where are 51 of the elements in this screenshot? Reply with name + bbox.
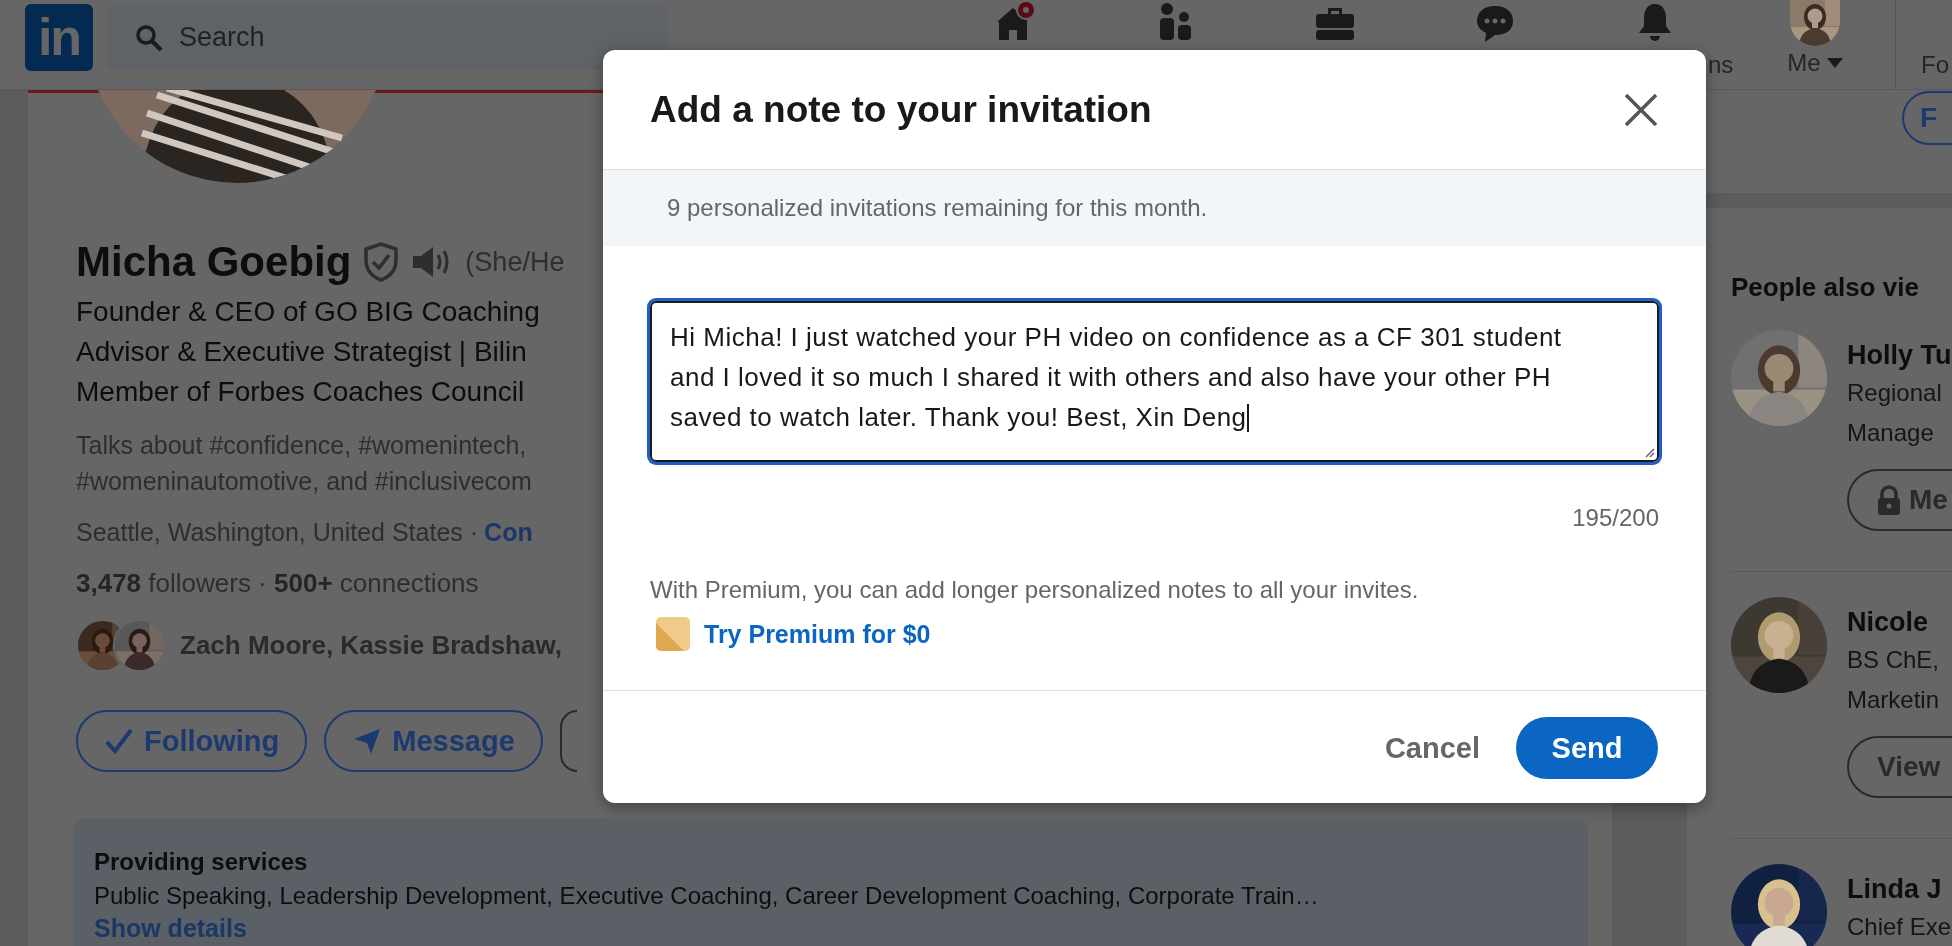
shield-icon <box>363 242 400 282</box>
dialog-title: Add a note to your invitation <box>650 88 1152 131</box>
nav-label[interactable]: Me <box>1787 48 1821 78</box>
send-icon <box>352 726 383 756</box>
person-title: BS ChE, <box>1847 645 1941 675</box>
section-heading: People also vie <box>1731 271 1920 304</box>
profile-name: Micha Goebig <box>76 237 352 287</box>
logo[interactable]: in <box>25 4 93 71</box>
follow-button[interactable]: F <box>1902 91 1952 145</box>
nav-label[interactable]: Fo <box>1921 50 1949 89</box>
invitation-notice: 9 personalized invitations remaining for this month. <box>667 194 1208 222</box>
person-title: Manage <box>1847 418 1935 448</box>
more-button[interactable] <box>559 710 577 772</box>
person-title: Marketin <box>1847 685 1941 715</box>
headline-line: Advisor & Executive Strategist | Bilin <box>76 335 527 369</box>
premium-icon <box>656 617 690 651</box>
message-button[interactable]: Message <box>324 710 543 772</box>
person-name[interactable]: Holly Tu <box>1847 337 1952 373</box>
following-button[interactable]: Following <box>76 710 308 772</box>
person-name[interactable]: Nicole <box>1847 604 1952 640</box>
note-field[interactable]: Hi Micha! I just watched your PH video on confidence as a CF 301 student and I loved it so much I shared it with others and also have your other PH saved to watch later. Thank you! Best, Xin Deng <box>650 301 1659 462</box>
headline-line: Founder & CEO of GO BIG Coaching <box>76 295 540 329</box>
person-name[interactable]: Linda J <box>1847 871 1952 907</box>
follower-stats: 3,478 followers · 500+ connections <box>76 567 479 600</box>
premium-link[interactable]: Try Premium for $0 <box>704 619 931 649</box>
cancel-button[interactable]: Cancel <box>1372 717 1492 779</box>
search-field[interactable]: Search <box>107 5 668 70</box>
topics-line: #womeninautomotive, and #inclusivecom <box>76 466 532 497</box>
contact-link[interactable]: Con <box>484 514 533 550</box>
view-button[interactable]: View <box>1847 736 1952 798</box>
location: Seattle, Washington, United States · <box>76 517 479 548</box>
show-details-link[interactable]: Show details <box>94 913 247 943</box>
mutual-connections[interactable]: Zach Moore, Kassie Bradshaw, <box>180 630 562 661</box>
resize-grip-icon[interactable] <box>1643 446 1655 458</box>
headline-line: Member of Forbes Coaches Council <box>76 375 525 409</box>
lock-icon <box>1877 485 1901 515</box>
check-icon <box>104 726 134 756</box>
character-counter: 195/200 <box>1572 503 1659 533</box>
close-icon[interactable] <box>1623 91 1659 128</box>
caret-icon[interactable] <box>1826 58 1843 68</box>
locked-message-button[interactable]: Me <box>1847 469 1952 531</box>
person-title: Regional <box>1847 378 1943 408</box>
topics-line: Talks about #confidence, #womenintech, <box>76 430 527 461</box>
services-title: Providing services <box>94 847 309 877</box>
services-list: Public Speaking, Leadership Development, Executive Coaching, Career Development Coaching, Corporate Train… <box>94 879 1588 913</box>
nav-label[interactable]: ns <box>1708 50 1734 80</box>
person-title: Chief Exe <box>1847 912 1952 942</box>
send-button[interactable]: Send <box>1516 717 1658 779</box>
premium-message: With Premium, you can add longer personalized notes to all your invites. <box>650 575 1420 605</box>
pronouns: (She/He <box>465 246 565 278</box>
search-icon <box>135 23 163 52</box>
